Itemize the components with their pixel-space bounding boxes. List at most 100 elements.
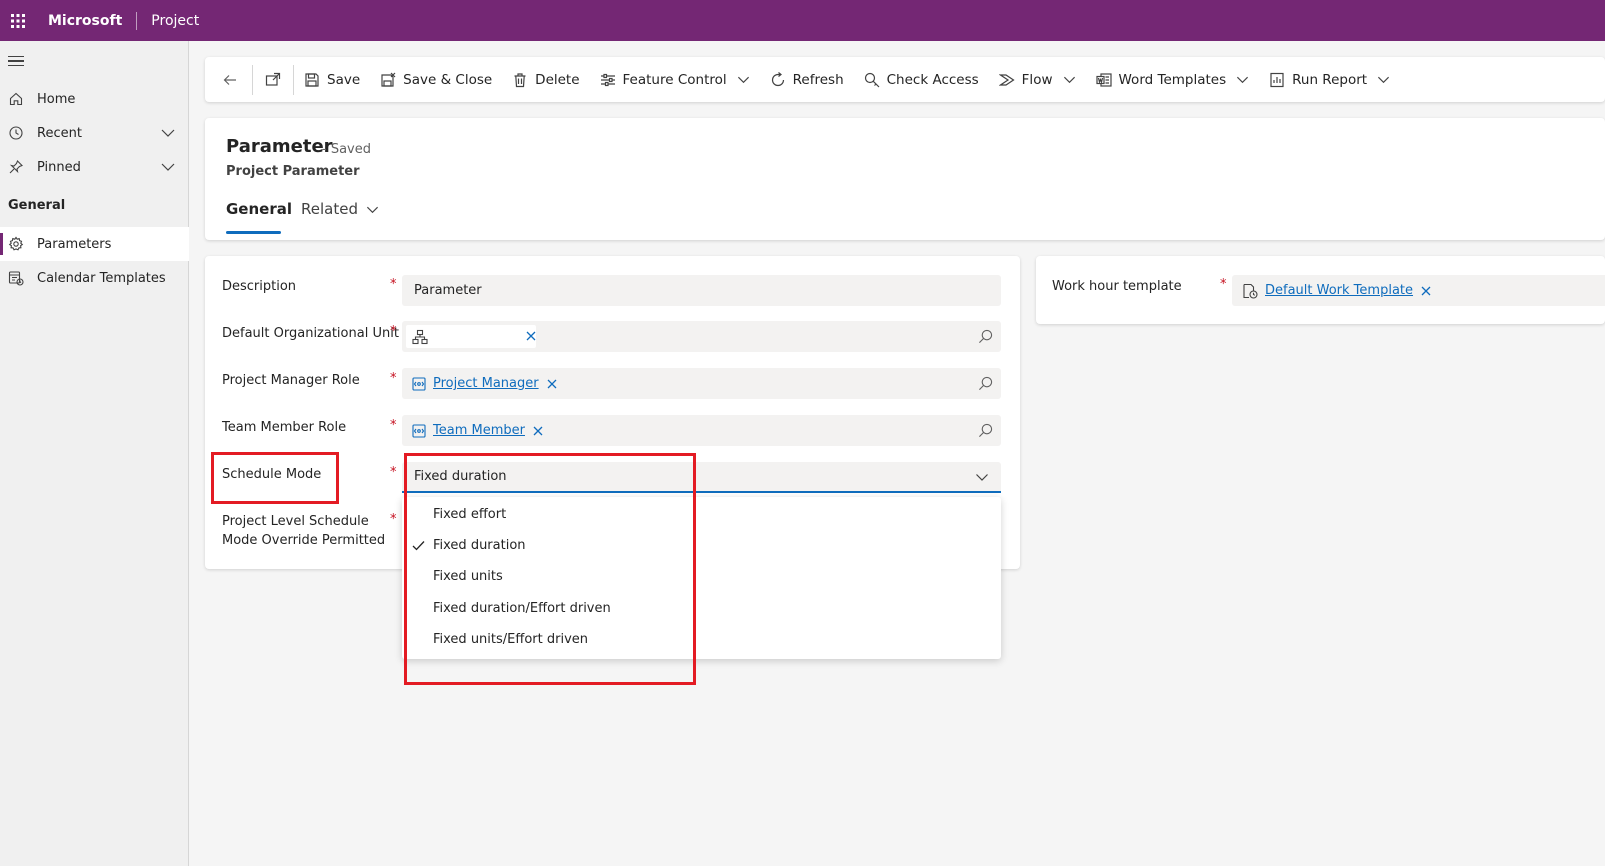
save-button[interactable]: Save [294, 57, 370, 102]
save-and-close-button[interactable]: Save & Close [370, 57, 502, 102]
required-marker: * [390, 324, 397, 339]
report-icon [1270, 72, 1284, 87]
remove-icon[interactable] [1421, 286, 1431, 296]
brand-name[interactable]: Microsoft [48, 13, 122, 29]
search-icon[interactable] [978, 376, 993, 391]
pm-role-label: Project Manager Role [222, 373, 360, 388]
calendar-template-icon [7, 269, 25, 287]
app-name[interactable]: Project [151, 13, 199, 29]
override-label-line2: Mode Override Permitted [222, 533, 386, 548]
chevron-down-icon[interactable] [975, 470, 989, 484]
sidebar-item-home[interactable]: Home [0, 82, 189, 116]
work-hour-lookup[interactable]: Default Work Template [1232, 275, 1605, 306]
save-icon [305, 72, 319, 87]
chevron-down-icon [366, 206, 378, 214]
chevron-down-icon[interactable] [1063, 73, 1076, 86]
flow-icon [998, 73, 1015, 86]
feature-control-button[interactable]: Feature Control [590, 57, 760, 102]
remove-icon[interactable] [547, 379, 557, 389]
sidebar-item-label: Recent [37, 125, 82, 141]
word-templates-button[interactable]: Word Templates [1086, 57, 1260, 102]
page-title: Parameter [226, 136, 333, 157]
flow-button[interactable]: Flow [989, 57, 1086, 102]
key-search-icon [864, 72, 880, 87]
brand-divider [136, 11, 138, 30]
back-button[interactable] [205, 57, 252, 102]
team-role-label: Team Member Role [222, 420, 347, 435]
chevron-down-icon[interactable] [1236, 73, 1249, 86]
tab-general[interactable]: General [226, 200, 292, 234]
search-icon[interactable] [978, 423, 993, 438]
search-icon[interactable] [978, 329, 993, 344]
org-unit-chip[interactable] [406, 325, 536, 348]
tab-label: Related [301, 200, 358, 218]
sliders-icon [600, 73, 615, 86]
chevron-down-icon[interactable] [161, 160, 175, 174]
org-unit-lookup[interactable] [402, 321, 1001, 352]
sidebar-group-heading: General [8, 198, 66, 213]
home-icon [7, 90, 25, 108]
tab-label: General [226, 200, 292, 218]
refresh-button[interactable]: Refresh [760, 57, 854, 102]
refresh-label: Refresh [792, 71, 844, 88]
required-marker: * [1220, 277, 1227, 292]
sidebar-item-label: Calendar Templates [37, 270, 166, 286]
sidebar-item-pinned[interactable]: Pinned [0, 150, 189, 184]
sidebar: Home Recent Pinned General Parameters Ca… [0, 41, 189, 866]
entity-name: Project Parameter [226, 164, 360, 179]
chevron-down-icon[interactable] [737, 73, 750, 86]
flow-label: Flow [1021, 71, 1053, 88]
open-new-window-button[interactable] [253, 57, 293, 102]
hamburger-menu-icon[interactable] [8, 53, 24, 69]
required-marker: * [390, 371, 397, 386]
required-marker: * [390, 418, 397, 433]
pin-icon [7, 158, 25, 176]
required-marker: * [390, 512, 397, 527]
team-role-lookup[interactable]: Team Member [402, 415, 1001, 446]
arrow-left-icon [223, 74, 236, 85]
annotation-box [404, 453, 696, 685]
pm-role-lookup[interactable]: Project Manager [402, 368, 1001, 399]
top-bar: Microsoft Project [0, 0, 1605, 41]
sidebar-item-label: Pinned [37, 159, 81, 175]
gear-icon [7, 235, 25, 253]
chevron-down-icon[interactable] [1377, 73, 1390, 86]
chevron-down-icon[interactable] [161, 126, 175, 140]
required-marker: * [390, 465, 397, 480]
save-close-label: Save & Close [403, 71, 493, 88]
word-document-icon [1095, 72, 1112, 87]
save-label: Save [327, 71, 361, 88]
sidebar-item-parameters[interactable]: Parameters [0, 227, 189, 261]
org-unit-label: Default Organizational Unit [222, 326, 399, 341]
remove-icon[interactable] [533, 426, 543, 436]
work-hour-link[interactable]: Default Work Template [1265, 283, 1413, 298]
remove-icon[interactable] [526, 331, 536, 341]
record-header: Parameter - Saved Project Parameter Gene… [205, 118, 1605, 240]
required-marker: * [390, 277, 397, 292]
work-hour-chip[interactable]: Default Work Template [1238, 279, 1437, 302]
trash-icon [514, 72, 526, 87]
team-role-link[interactable]: Team Member [433, 423, 525, 438]
app-launcher-icon[interactable] [0, 0, 36, 41]
description-field[interactable]: Parameter [402, 275, 1001, 306]
pm-role-chip[interactable]: Project Manager [408, 372, 563, 395]
calendar-template-icon [1243, 283, 1258, 299]
team-role-chip[interactable]: Team Member [408, 419, 549, 442]
tab-related[interactable]: Related [301, 200, 379, 234]
work-hour-label: Work hour template [1052, 279, 1182, 294]
sidebar-item-calendar-templates[interactable]: Calendar Templates [0, 261, 189, 295]
check-access-label: Check Access [886, 71, 979, 88]
override-label-line1: Project Level Schedule [222, 514, 369, 529]
feature-control-label: Feature Control [622, 71, 727, 88]
pm-role-link[interactable]: Project Manager [433, 376, 539, 391]
delete-label: Delete [535, 71, 580, 88]
save-close-icon [381, 72, 396, 87]
sidebar-item-recent[interactable]: Recent [0, 116, 189, 150]
role-icon [412, 423, 426, 438]
check-access-button[interactable]: Check Access [854, 57, 989, 102]
clock-icon [7, 124, 25, 142]
run-report-button[interactable]: Run Report [1259, 57, 1400, 102]
run-report-label: Run Report [1292, 71, 1368, 88]
delete-button[interactable]: Delete [502, 57, 589, 102]
sidebar-item-label: Home [37, 91, 76, 107]
